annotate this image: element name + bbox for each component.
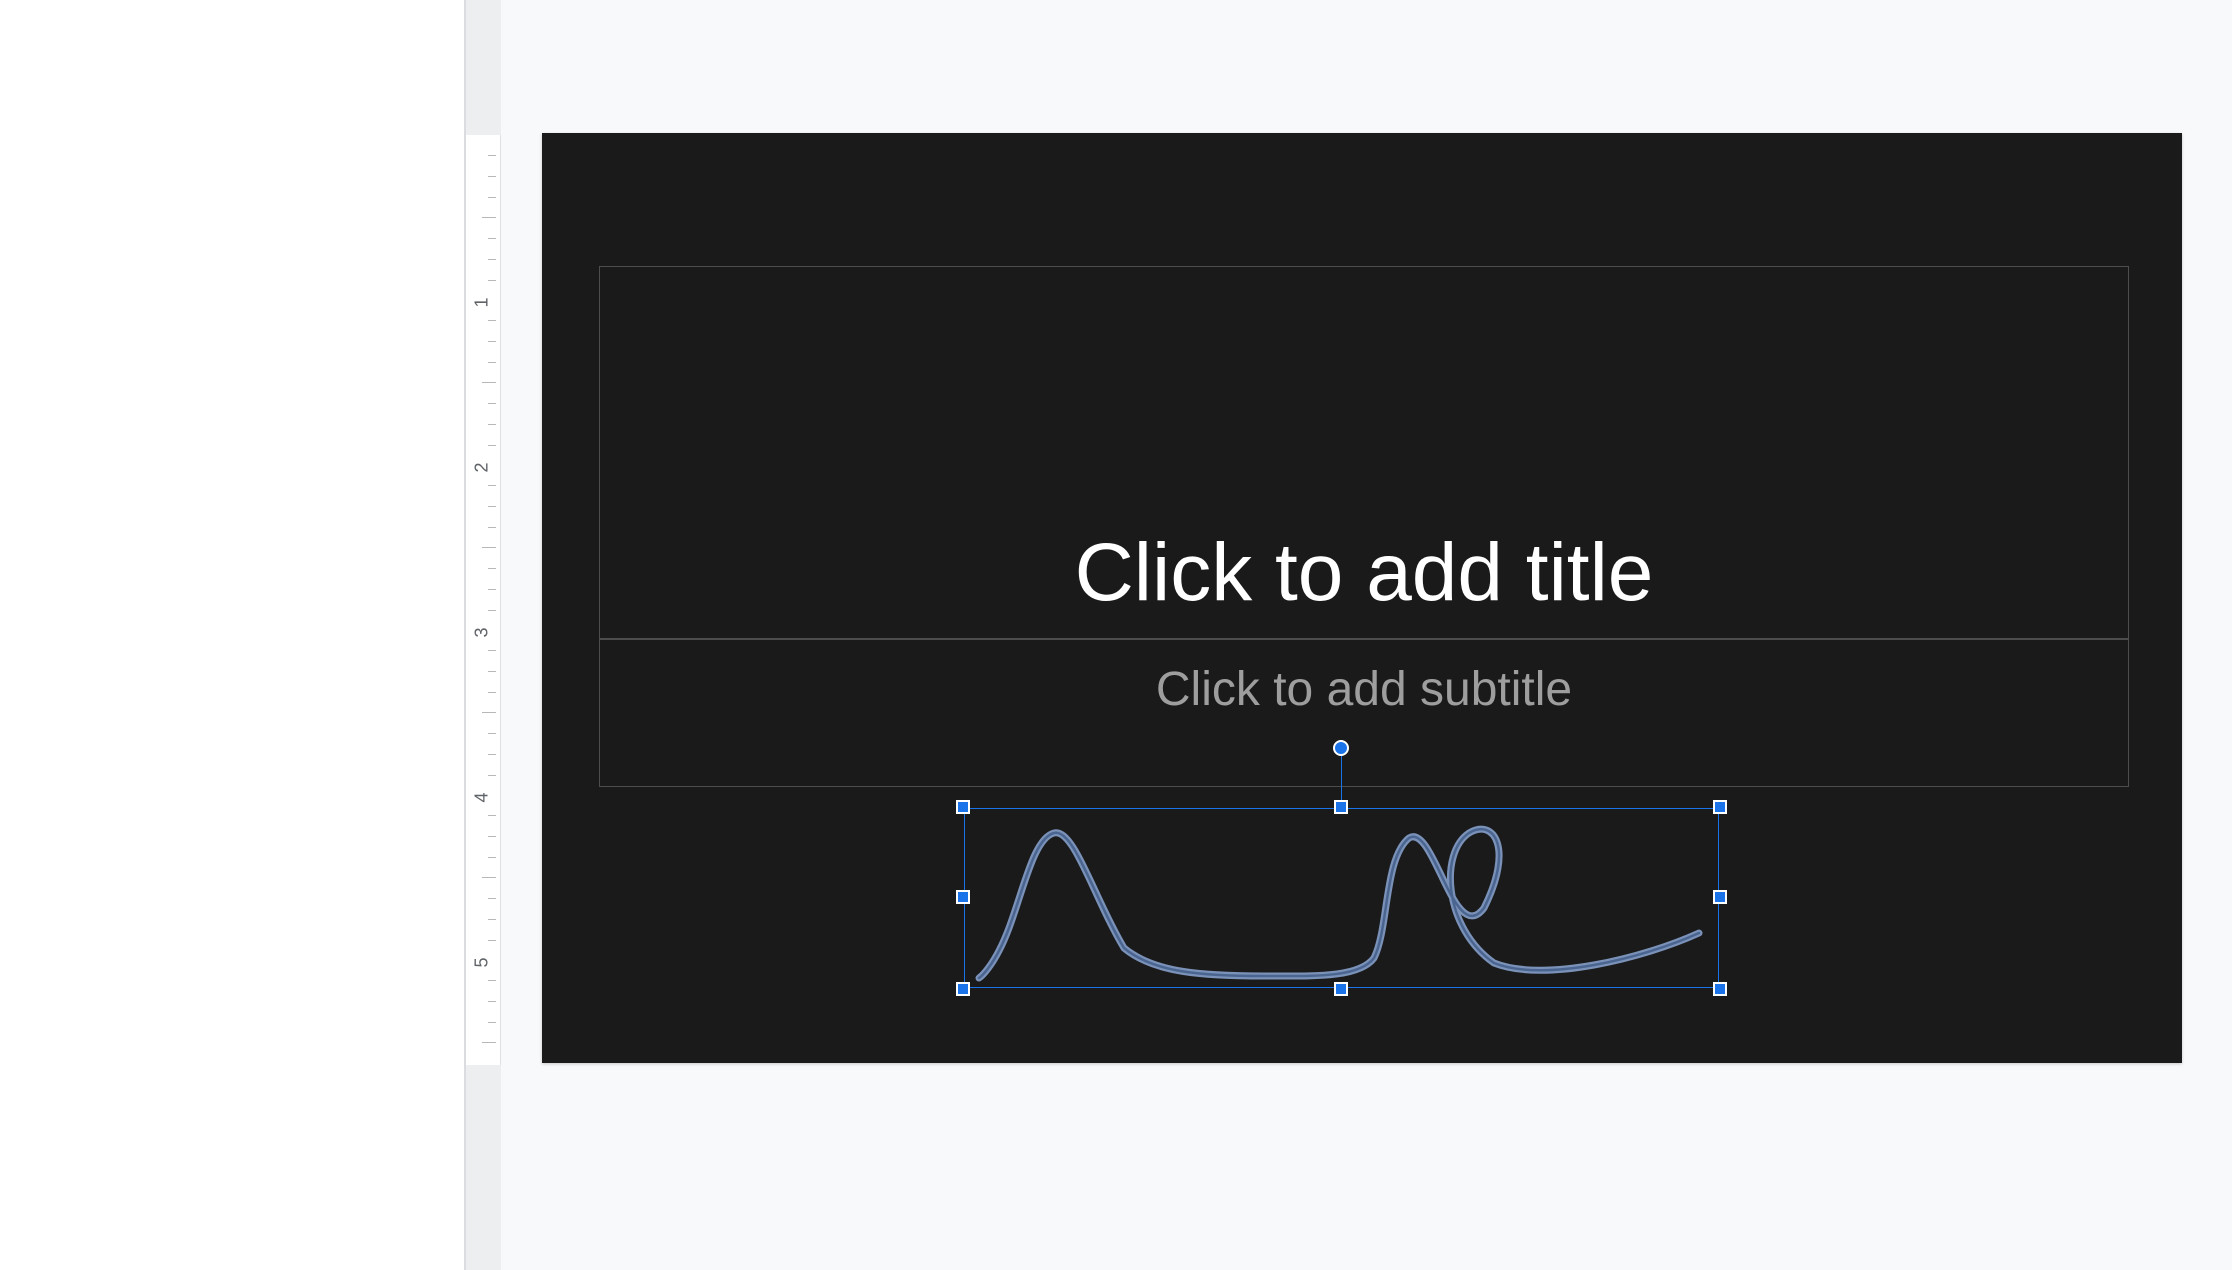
- ruler-tick: [488, 155, 496, 156]
- ruler-tick: [488, 836, 496, 837]
- title-placeholder[interactable]: Click to add title: [599, 266, 2129, 639]
- slide-container: Click to add title Click to add subtitle: [542, 133, 2182, 1063]
- resize-handle-top-center[interactable]: [1334, 800, 1348, 814]
- resize-handle-bottom-right[interactable]: [1713, 982, 1727, 996]
- ruler-tick: [488, 898, 496, 899]
- ruler-tick: [488, 403, 496, 404]
- subtitle-placeholder[interactable]: Click to add subtitle: [599, 639, 2129, 787]
- ruler-tick: [488, 919, 496, 920]
- ruler-tick: [488, 485, 496, 486]
- selection-box: [964, 808, 1719, 988]
- ruler-tick: [488, 320, 496, 321]
- slide-panel: [0, 0, 464, 1270]
- resize-handle-bottom-center[interactable]: [1334, 982, 1348, 996]
- ruler-gutter-top: [466, 0, 501, 135]
- ruler-label: 2: [472, 458, 493, 478]
- slide[interactable]: Click to add title Click to add subtitle: [542, 133, 2182, 1063]
- ruler-tick: [488, 568, 496, 569]
- ruler-tick: [488, 176, 496, 177]
- ruler-tick: [488, 341, 496, 342]
- vertical-ruler[interactable]: 1 2 3 4 5: [466, 135, 501, 1065]
- resize-handle-middle-left[interactable]: [956, 890, 970, 904]
- ruler-tick: [488, 610, 496, 611]
- ruler-tick: [488, 280, 496, 281]
- ruler-tick: [488, 733, 496, 734]
- ruler-tick: [488, 815, 496, 816]
- ruler-tick: [488, 527, 496, 528]
- ruler-tick: [488, 980, 496, 981]
- ruler-tick: [488, 238, 496, 239]
- ruler-label: 3: [472, 623, 493, 643]
- ruler-tick: [488, 197, 496, 198]
- ruler-tick: [488, 362, 496, 363]
- ruler-tick: [482, 1042, 496, 1043]
- ruler-tick: [488, 1001, 496, 1002]
- rotation-handle[interactable]: [1333, 740, 1349, 756]
- ruler-label: 4: [472, 788, 493, 808]
- ruler-tick: [482, 877, 496, 878]
- ruler-tick: [488, 506, 496, 507]
- ruler-gutter-bottom: [466, 1065, 501, 1270]
- title-placeholder-text: Click to add title: [1075, 526, 1654, 620]
- ruler-tick: [488, 857, 496, 858]
- ruler-tick: [488, 589, 496, 590]
- ruler-tick: [482, 712, 496, 713]
- ruler-tick: [488, 259, 496, 260]
- ruler-tick: [488, 671, 496, 672]
- resize-handle-middle-right[interactable]: [1713, 890, 1727, 904]
- ruler-tick: [488, 775, 496, 776]
- ruler-tick: [488, 754, 496, 755]
- ruler-tick: [482, 217, 496, 218]
- canvas-area[interactable]: 1 2 3 4 5: [466, 0, 2232, 1270]
- ruler-label: 5: [472, 953, 493, 973]
- resize-handle-top-right[interactable]: [1713, 800, 1727, 814]
- selected-scribble-shape[interactable]: [964, 808, 1719, 988]
- ruler-tick: [482, 547, 496, 548]
- ruler-tick: [488, 445, 496, 446]
- ruler-tick: [488, 424, 496, 425]
- ruler-label: 1: [472, 293, 493, 313]
- resize-handle-top-left[interactable]: [956, 800, 970, 814]
- ruler-tick: [488, 1022, 496, 1023]
- ruler-tick: [482, 382, 496, 383]
- ruler-tick: [488, 650, 496, 651]
- subtitle-placeholder-text: Click to add subtitle: [1156, 662, 1572, 717]
- ruler-tick: [488, 940, 496, 941]
- ruler-tick: [488, 692, 496, 693]
- scribble-icon: [964, 808, 1719, 988]
- resize-handle-bottom-left[interactable]: [956, 982, 970, 996]
